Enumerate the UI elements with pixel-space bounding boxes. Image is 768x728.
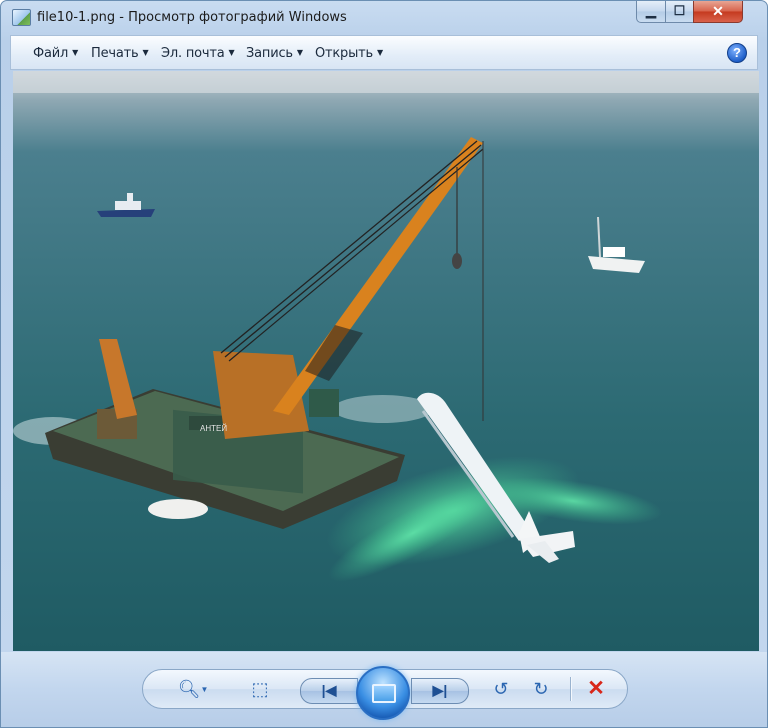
dropdown-arrow-icon: ▼ [296, 48, 303, 57]
minimize-button[interactable]: ▁ [636, 1, 666, 23]
menu-email[interactable]: Эл. почта ▼ [161, 46, 235, 61]
menu-file-label: Файл [33, 46, 69, 61]
slideshow-icon [372, 684, 396, 703]
dropdown-arrow-icon: ▼ [200, 685, 209, 694]
menu-print[interactable]: Печать ▼ [91, 46, 149, 61]
close-button[interactable]: ✕ [693, 1, 743, 23]
close-icon: ✕ [712, 3, 724, 19]
barge-name-text: АНТЕЙ [200, 424, 227, 433]
actual-size-icon: ⬚ [251, 679, 269, 699]
menu-open[interactable]: Открыть ▼ [315, 46, 383, 61]
rotate-right-icon: ↻ [533, 679, 549, 699]
zoom-button[interactable]: 🔍︎▼ [175, 679, 211, 699]
menu-burn[interactable]: Запись ▼ [246, 46, 303, 61]
actual-size-button[interactable]: ⬚ [247, 679, 273, 699]
menu-email-label: Эл. почта [161, 46, 225, 61]
photo-display[interactable]: АНТЕЙ [13, 71, 759, 651]
playback-controls: 🔍︎▼ ⬚ |◀ ▶| ↺ ↻ ✕ [142, 666, 628, 720]
photo-image: АНТЕЙ [13, 71, 759, 651]
rotate-clockwise-button[interactable]: ↻ [529, 679, 553, 699]
help-icon[interactable]: ? [727, 43, 747, 63]
dropdown-arrow-icon: ▼ [142, 48, 149, 57]
menu-burn-label: Запись [246, 46, 293, 61]
dropdown-arrow-icon: ▼ [377, 48, 383, 57]
maximize-button[interactable]: ☐ [665, 1, 694, 23]
previous-icon: |◀ [321, 682, 337, 698]
toolbar-separator [570, 677, 572, 701]
menu-file[interactable]: Файл ▼ [33, 46, 78, 61]
dropdown-arrow-icon: ▼ [72, 48, 79, 57]
window-title: file10-1.png - Просмотр фотографий Windo… [37, 10, 347, 25]
title-bar[interactable]: file10-1.png - Просмотр фотографий Windo… [1, 1, 767, 35]
slideshow-button[interactable] [356, 666, 410, 720]
rotate-counterclockwise-button[interactable]: ↺ [489, 679, 513, 699]
menu-print-label: Печать [91, 46, 139, 61]
next-button[interactable]: ▶| [411, 678, 469, 704]
next-icon: ▶| [432, 682, 448, 698]
menu-bar: Файл ▼ Печать ▼ Эл. почта ▼ Запись ▼ Открыть… [10, 35, 758, 70]
bottom-toolbar: 🔍︎▼ ⬚ |◀ ▶| ↺ ↻ ✕ [1, 652, 767, 727]
delete-button[interactable]: ✕ [583, 677, 609, 700]
photo-viewer-app-icon[interactable] [12, 9, 31, 26]
previous-button[interactable]: |◀ [300, 678, 358, 704]
maximize-icon: ☐ [673, 3, 686, 18]
minimize-icon: ▁ [646, 3, 656, 18]
dropdown-arrow-icon: ▼ [228, 48, 235, 57]
zoom-in-icon: 🔍︎ [177, 679, 201, 699]
delete-icon: ✕ [587, 677, 605, 700]
rotate-left-icon: ↺ [493, 679, 509, 699]
photo-viewer-window: file10-1.png - Просмотр фотографий Windo… [0, 0, 768, 728]
menu-open-label: Открыть [315, 46, 374, 61]
